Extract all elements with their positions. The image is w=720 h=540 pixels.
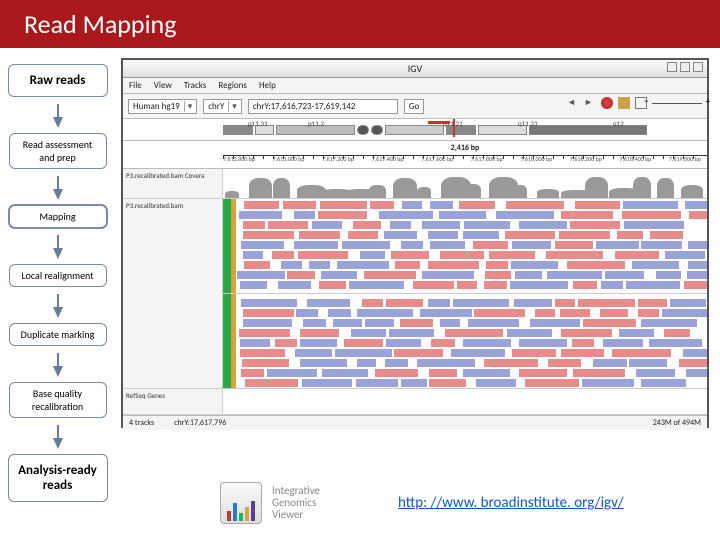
- span-label: 2,416 bp: [223, 143, 707, 155]
- step-mapping: Mapping: [9, 205, 107, 228]
- toolbar: Human hg19 ▾ chrY ▾ chrY:17,616,723-17,619…: [123, 94, 707, 119]
- genome-value: Human hg19: [133, 101, 180, 112]
- status-locus: chrY:17,617,796: [174, 418, 226, 428]
- back-icon[interactable]: ◄: [567, 97, 579, 109]
- menu-view[interactable]: View: [154, 80, 172, 91]
- step-raw-reads: Raw reads: [8, 64, 108, 97]
- igv-link[interactable]: http: //www. broadinstitute. org/igv/: [398, 494, 624, 512]
- menu-regions[interactable]: Regions: [218, 80, 247, 91]
- screenshot-area: IGV File View Tracks Regions Help Human …: [115, 58, 720, 504]
- ruler[interactable]: 2,416 bp 7,612,800 bp7,613,000 bp7,617,2…: [123, 141, 707, 169]
- track-divider: [223, 293, 707, 294]
- chrom-value: chrY: [208, 101, 224, 112]
- slide-title: Read Mapping: [0, 0, 720, 48]
- arrow-icon: [53, 366, 63, 377]
- refresh-icon[interactable]: [601, 97, 613, 109]
- track-name: P3.recalibrated.bam Covera: [123, 169, 223, 198]
- status-memory: 243M of 494M: [653, 418, 701, 428]
- igv-window: IGV File View Tracks Regions Help Human …: [121, 58, 709, 428]
- close-icon[interactable]: [693, 62, 703, 72]
- menu-tracks[interactable]: Tracks: [184, 80, 206, 91]
- menu-bar: File View Tracks Regions Help: [123, 78, 707, 94]
- step-analysis-ready: Analysis-ready reads: [8, 454, 108, 502]
- coverage-track[interactable]: P3.recalibrated.bam Covera: [123, 169, 707, 199]
- igv-logo-text: Integrative Genomics Viewer: [272, 485, 320, 521]
- window-buttons[interactable]: [667, 62, 703, 72]
- refseq-track[interactable]: RefSeq Genes: [123, 389, 707, 415]
- window-titlebar: IGV: [123, 60, 707, 78]
- menu-file[interactable]: File: [129, 80, 142, 91]
- toolbar-icons: ◄ ► −+: [567, 97, 702, 115]
- track-name: RefSeq Genes: [123, 389, 223, 414]
- ideogram[interactable]: p11.31 p11.2 q11.21 q11.23 q12: [123, 119, 707, 141]
- chrom-select[interactable]: chrY ▾: [203, 99, 242, 114]
- chevron-down-icon: ▾: [228, 101, 237, 112]
- region-indicator: [428, 121, 450, 124]
- band-label: q12: [613, 119, 624, 128]
- region-icon[interactable]: [618, 97, 630, 109]
- window-title-text: IGV: [408, 62, 422, 75]
- content-row: Raw reads Read assessment and prep Mappi…: [0, 48, 720, 504]
- step-assessment: Read assessment and prep: [9, 133, 107, 169]
- arrow-icon: [53, 117, 63, 128]
- step-local-realignment: Local realignment: [9, 264, 107, 287]
- logo-line: Viewer: [272, 509, 320, 521]
- band-label: q11.23: [518, 119, 538, 128]
- igv-logo-icon: [220, 482, 262, 524]
- maximize-icon[interactable]: [680, 62, 690, 72]
- igv-logo-block: Integrative Genomics Viewer: [220, 482, 320, 524]
- alignment-track[interactable]: P3.recalibrated.bam P3.recalibrated.bam: [123, 199, 707, 389]
- zoom-slider[interactable]: −+: [652, 103, 702, 115]
- go-button[interactable]: Go: [404, 99, 424, 114]
- genome-select[interactable]: Human hg19 ▾: [128, 99, 197, 114]
- arrow-icon: [53, 307, 63, 318]
- position-marker: [453, 119, 455, 137]
- menu-help[interactable]: Help: [259, 80, 276, 91]
- arrow-icon: [53, 438, 63, 449]
- arrow-icon: [53, 248, 63, 259]
- workflow-column: Raw reads Read assessment and prep Mappi…: [0, 58, 115, 504]
- step-base-quality: Base quality recalibration: [9, 382, 107, 418]
- chevron-down-icon: ▾: [184, 101, 193, 112]
- minimize-icon[interactable]: [667, 62, 677, 72]
- band-label: p11.2: [308, 119, 324, 128]
- track-name: P3.recalibrated.bam: [123, 199, 223, 388]
- arrow-icon: [53, 189, 63, 200]
- status-bar: 4 tracks chrY:17,617,796 243M of 494M: [123, 415, 707, 430]
- forward-icon[interactable]: ►: [584, 97, 596, 109]
- status-tracks: 4 tracks: [129, 418, 154, 428]
- step-duplicate-marking: Duplicate marking: [9, 323, 107, 346]
- band-label: p11.31: [248, 119, 268, 128]
- locus-input[interactable]: chrY:17,616,723-17,619,142: [248, 99, 398, 114]
